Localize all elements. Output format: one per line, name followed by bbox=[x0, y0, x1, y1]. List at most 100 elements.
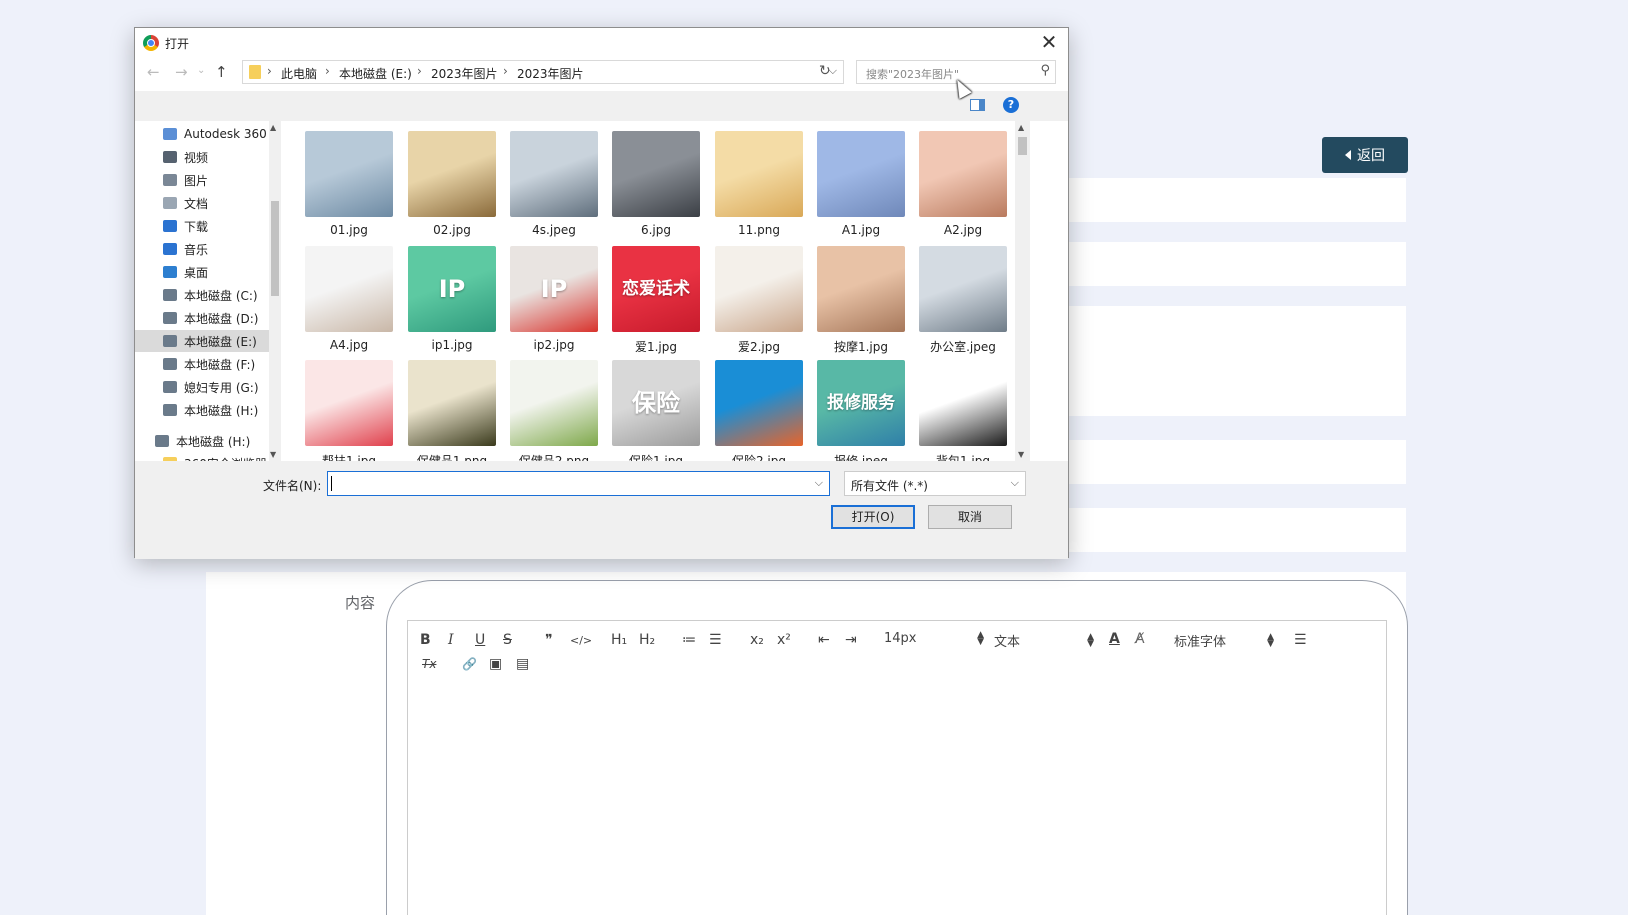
file-tile[interactable]: 按摩1.jpg bbox=[813, 242, 909, 354]
preview-pane-icon[interactable] bbox=[970, 99, 985, 111]
folder-icon bbox=[249, 65, 261, 79]
pictures-icon bbox=[163, 174, 177, 186]
file-tile[interactable]: A2.jpg bbox=[915, 127, 1011, 237]
file-tile[interactable]: 02.jpg bbox=[404, 127, 500, 237]
breadcrumb-item[interactable]: 2023年图片 bbox=[517, 65, 584, 82]
bold-icon[interactable]: B bbox=[420, 631, 431, 649]
sidebar-item[interactable]: 音乐 bbox=[135, 238, 273, 260]
indent-icon[interactable]: ⇥ bbox=[845, 631, 857, 649]
sidebar-item[interactable]: 本地磁盘 (D:) bbox=[135, 307, 273, 329]
forward-arrow-icon[interactable]: → bbox=[175, 63, 188, 81]
ordered-list-icon[interactable]: ≔ bbox=[682, 631, 696, 649]
editor-content-area[interactable] bbox=[407, 687, 1387, 915]
file-tile[interactable]: 背包1.jpg bbox=[915, 356, 1011, 461]
file-grid-scrollbar[interactable]: ▲ ▼ bbox=[1015, 121, 1030, 461]
close-icon[interactable]: ✕ bbox=[1036, 30, 1062, 56]
help-icon[interactable]: ? bbox=[1003, 97, 1019, 113]
file-thumbnail bbox=[715, 246, 803, 332]
filename-input[interactable]: ⌵ bbox=[327, 471, 830, 496]
file-tile[interactable]: 保险2.jpg bbox=[711, 356, 807, 461]
sidebar-item[interactable]: 360安全浏览器 bbox=[135, 452, 273, 461]
refresh-icon[interactable]: ↻ bbox=[819, 63, 831, 79]
file-tile[interactable]: A1.jpg bbox=[813, 127, 909, 237]
file-tile[interactable]: 4s.jpeg bbox=[506, 127, 602, 237]
file-tile[interactable]: 帮扶1.jpg bbox=[301, 356, 397, 461]
paragraph-value: 文本 bbox=[994, 635, 1021, 650]
italic-icon[interactable]: I bbox=[448, 631, 454, 649]
outdent-icon[interactable]: ⇤ bbox=[818, 631, 830, 649]
link-icon[interactable]: 🔗 bbox=[462, 655, 477, 673]
file-tile[interactable]: IP ip1.jpg bbox=[404, 242, 500, 352]
file-tile[interactable]: A4.jpg bbox=[301, 242, 397, 352]
scrollbar-thumb[interactable] bbox=[271, 201, 279, 296]
file-tile[interactable]: 办公室.jpeg bbox=[915, 242, 1011, 354]
open-button[interactable]: 打开(O) bbox=[831, 505, 915, 529]
scroll-down-icon[interactable]: ▼ bbox=[1018, 450, 1024, 459]
sidebar-item[interactable]: 桌面 bbox=[135, 261, 273, 283]
scrollbar-thumb[interactable] bbox=[1018, 137, 1027, 155]
sidebar-item[interactable]: Autodesk 360 bbox=[135, 123, 273, 145]
chevron-down-icon[interactable]: ⌵ bbox=[815, 476, 823, 490]
sidebar-item[interactable]: 本地磁盘 (H:) bbox=[135, 430, 273, 452]
clear-format-icon[interactable]: Tx bbox=[422, 655, 436, 673]
address-bar[interactable]: › 此电脑 › 本地磁盘 (E:) › 2023年图片 › 2023年图片 ⌵ bbox=[242, 60, 844, 84]
background-color-icon[interactable]: A̸ bbox=[1135, 630, 1145, 648]
drive-icon bbox=[163, 358, 177, 370]
heading1-icon[interactable]: H₁ bbox=[611, 631, 627, 649]
align-icon[interactable]: ☰ bbox=[1294, 631, 1307, 649]
recent-locations-chevron-icon[interactable]: ⌄ bbox=[197, 65, 205, 76]
video-icon[interactable]: ▤ bbox=[516, 655, 529, 673]
bullet-list-icon[interactable]: ☰ bbox=[709, 631, 722, 649]
back-arrow-icon[interactable]: ← bbox=[147, 63, 160, 81]
cancel-button[interactable]: 取消 bbox=[928, 505, 1012, 529]
image-icon[interactable]: ▣ bbox=[489, 655, 502, 673]
font-size-select[interactable]: 14px ▲ ▼ bbox=[884, 630, 984, 646]
scroll-down-icon[interactable]: ▼ bbox=[270, 450, 276, 459]
file-tile[interactable]: 保健品1.png bbox=[404, 356, 500, 461]
sidebar-item[interactable]: 视频 bbox=[135, 146, 273, 168]
sidebar-item[interactable]: 本地磁盘 (H:) bbox=[135, 399, 273, 421]
breadcrumb-item[interactable]: 此电脑 bbox=[281, 65, 317, 82]
file-tile[interactable]: IP ip2.jpg bbox=[506, 242, 602, 352]
caret-left-icon bbox=[1345, 150, 1351, 160]
sidebar-item[interactable]: 下载 bbox=[135, 215, 273, 237]
code-block-icon[interactable]: </> bbox=[570, 632, 592, 650]
file-tile[interactable]: 保险 保险1.jpg bbox=[608, 356, 704, 461]
file-tile[interactable]: 报修服务 报修.jpeg bbox=[813, 356, 909, 461]
sidebar-item[interactable]: 媳妇专用 (G:) bbox=[135, 376, 273, 398]
file-thumbnail bbox=[817, 246, 905, 332]
paragraph-select[interactable]: 文本 ▲ ▼ bbox=[994, 631, 1094, 650]
file-tile[interactable]: 01.jpg bbox=[301, 127, 397, 237]
sidebar-item[interactable]: 本地磁盘 (C:) bbox=[135, 284, 273, 306]
blockquote-icon[interactable]: ❞ bbox=[545, 631, 553, 649]
scroll-up-icon[interactable]: ▲ bbox=[270, 123, 276, 132]
subscript-icon[interactable]: x₂ bbox=[750, 631, 764, 649]
filename-label: 文件名(N): bbox=[263, 479, 322, 493]
file-tile[interactable]: 11.png bbox=[711, 127, 807, 237]
up-arrow-icon[interactable]: ↑ bbox=[215, 63, 228, 81]
cloud-icon bbox=[163, 128, 177, 140]
font-color-icon[interactable]: A bbox=[1109, 630, 1120, 648]
file-name: 保险2.jpg bbox=[731, 454, 787, 461]
superscript-icon[interactable]: x² bbox=[777, 631, 791, 649]
sidebar-item[interactable]: 文档 bbox=[135, 192, 273, 214]
sidebar-item[interactable]: 本地磁盘 (E:) bbox=[135, 330, 273, 352]
heading2-icon[interactable]: H₂ bbox=[639, 631, 655, 649]
font-family-select[interactable]: 标准字体 ▲ ▼ bbox=[1174, 631, 1274, 650]
sidebar-item[interactable]: 图片 bbox=[135, 169, 273, 191]
navigation-scrollbar[interactable]: ▲ ▼ bbox=[269, 121, 281, 461]
file-name: 帮扶1.jpg bbox=[321, 454, 377, 461]
filetype-select[interactable]: 所有文件 (*.*) ⌵ bbox=[844, 471, 1026, 496]
file-tile[interactable]: 保健品2.png bbox=[506, 356, 602, 461]
file-tile[interactable]: 恋爱话术 爱1.jpg bbox=[608, 242, 704, 354]
back-button[interactable]: 返回 bbox=[1322, 137, 1408, 173]
breadcrumb-item[interactable]: 本地磁盘 (E:) bbox=[339, 65, 412, 82]
sidebar-item[interactable]: 本地磁盘 (F:) bbox=[135, 353, 273, 375]
file-thumbnail: 报修服务 bbox=[817, 360, 905, 446]
scroll-up-icon[interactable]: ▲ bbox=[1018, 123, 1024, 132]
underline-icon[interactable]: U bbox=[475, 631, 485, 649]
file-tile[interactable]: 6.jpg bbox=[608, 127, 704, 237]
file-tile[interactable]: 爱2.jpg bbox=[711, 242, 807, 354]
breadcrumb-item[interactable]: 2023年图片 bbox=[431, 65, 498, 82]
strikethrough-icon[interactable]: S bbox=[503, 631, 512, 649]
